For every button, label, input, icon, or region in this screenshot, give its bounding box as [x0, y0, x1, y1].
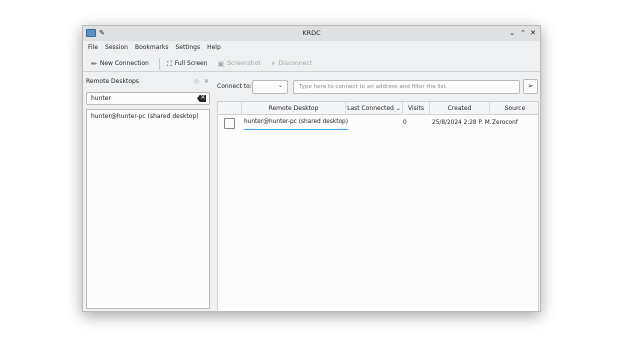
cell-created: 25/8/2024 2:28 P. M. [432, 120, 492, 126]
screenshot-icon: ▣ [217, 59, 225, 68]
table-header: Remote Desktop Last Connected ⌄ Visits C… [218, 102, 538, 115]
bookmark-list: hunter@hunter-pc (shared desktop) [86, 109, 210, 309]
panel-title: Remote Desktops [86, 78, 139, 85]
arrow-right-icon: ➢ [527, 82, 534, 90]
menu-session[interactable]: Session [105, 41, 128, 55]
column-header-remote-desktop[interactable]: Remote Desktop [242, 102, 346, 115]
screenshot-button[interactable]: ▣ Screenshot [218, 57, 261, 71]
panel-header: Remote Desktops ◇ ✕ [85, 77, 211, 87]
address-input[interactable]: Type here to connect to an address and f… [293, 80, 520, 94]
toolbar: ✏ New Connection ⛶ Full Screen ▣ Screens… [83, 56, 540, 72]
connections-table: Remote Desktop Last Connected ⌄ Visits C… [217, 101, 539, 311]
close-panel-icon[interactable]: ✕ [204, 77, 209, 87]
float-panel-icon[interactable]: ◇ [194, 77, 199, 87]
full-screen-label: Full Screen [174, 60, 208, 67]
sort-chevron-icon: ⌄ [395, 105, 401, 112]
column-header-created[interactable]: Created [430, 102, 490, 115]
protocol-select[interactable]: ⌄ [252, 80, 288, 94]
bookmark-search-input[interactable]: hunter [86, 92, 210, 105]
close-icon[interactable]: ✕ [528, 26, 538, 41]
column-header-source[interactable]: Source [490, 102, 540, 115]
screenshot-label: Screenshot [227, 60, 261, 67]
cell-remote-desktop: hunter@hunter-pc (shared desktop) [244, 116, 348, 130]
window-title: KRDC [302, 29, 321, 37]
disconnect-label: Disconnect [278, 60, 313, 67]
list-item[interactable]: hunter@hunter-pc (shared desktop) [87, 110, 209, 123]
last-connected-label: Last Connected [347, 105, 394, 112]
search-value: hunter [91, 95, 111, 102]
main-area: Connect to: ⌄ Type here to connect to an… [215, 74, 540, 311]
column-header-last-connected[interactable]: Last Connected ⌄ [346, 102, 403, 115]
menu-help[interactable]: Help [207, 41, 221, 55]
disconnect-icon: ⚡ [270, 59, 276, 68]
column-header-select[interactable] [218, 102, 242, 115]
clear-icon[interactable] [197, 95, 206, 102]
minimize-icon[interactable]: ⌄ [507, 26, 517, 41]
new-connection-button[interactable]: ✏ New Connection [91, 57, 149, 71]
chevron-down-icon: ⌄ [277, 82, 283, 89]
connect-go-button[interactable]: ➢ [523, 79, 538, 94]
menu-settings[interactable]: Settings [175, 41, 200, 55]
fullscreen-icon: ⛶ [166, 59, 172, 68]
remote-desktops-panel: Remote Desktops ◇ ✕ hunter hunter@hunter… [83, 74, 213, 311]
pencil-icon: ✏ [91, 59, 97, 68]
maximize-icon[interactable]: ⌃ [518, 26, 528, 41]
menu-bar: File Session Bookmarks Settings Help [83, 41, 540, 55]
cell-source: Zeroconf [492, 120, 518, 126]
krdc-window: ✎ KRDC ⌄ ⌃ ✕ File Session Bookmarks Sett… [82, 25, 541, 312]
new-connection-label: New Connection [99, 60, 149, 67]
menu-file[interactable]: File [88, 41, 98, 55]
connect-label: Connect to: [217, 83, 252, 90]
column-header-visits[interactable]: Visits [403, 102, 430, 115]
toolbar-separator [158, 57, 160, 70]
full-screen-button[interactable]: ⛶ Full Screen [167, 57, 208, 71]
disconnect-button[interactable]: ⚡ Disconnect [271, 57, 312, 71]
title-bar[interactable]: ✎ KRDC ⌄ ⌃ ✕ [83, 26, 540, 41]
cell-visits: 0 [403, 120, 407, 126]
table-row[interactable]: hunter@hunter-pc (shared desktop) 0 25/8… [218, 116, 538, 130]
menu-bookmarks[interactable]: Bookmarks [135, 41, 169, 55]
row-checkbox[interactable] [224, 118, 235, 129]
